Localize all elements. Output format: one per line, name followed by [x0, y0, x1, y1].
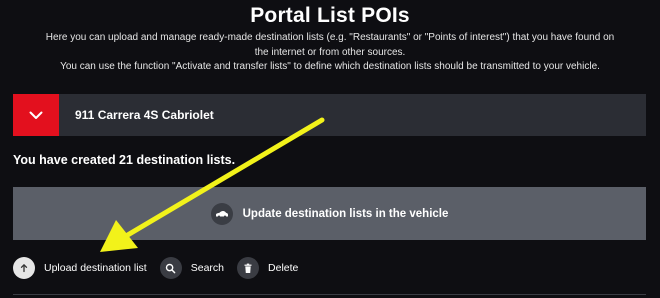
intro-line-1: Here you can upload and manage ready-mad…	[45, 32, 615, 43]
search-icon	[159, 257, 182, 279]
car-icon	[210, 202, 233, 225]
update-destination-lists-button[interactable]: Update destination lists in the vehicle	[13, 187, 646, 240]
intro-line-2: the internet or from other sources.	[254, 46, 406, 58]
upload-icon	[13, 257, 35, 279]
intro-line-3: You can use the function "Activate and t…	[60, 61, 600, 72]
delete-button[interactable]: Delete	[237, 257, 298, 279]
destination-list-count: You have created 21 destination lists.	[13, 153, 236, 167]
page-title: Portal List POIs	[250, 4, 410, 27]
divider	[13, 294, 646, 295]
update-button-label: Update destination lists in the vehicle	[242, 207, 449, 220]
delete-label: Delete	[268, 262, 299, 274]
portal-list-pois-page: Portal List POIs Here you can upload and…	[0, 0, 660, 298]
trash-icon	[237, 257, 260, 279]
vehicle-selector[interactable]: 911 Carrera 4S Cabriolet	[13, 94, 646, 136]
upload-label: Upload destination list	[44, 262, 147, 274]
upload-destination-list-button[interactable]: Upload destination list	[13, 257, 147, 279]
vehicle-toggle-button[interactable]	[13, 94, 59, 136]
chevron-down-icon	[29, 111, 43, 119]
action-bar: Upload destination list Search Delete	[13, 256, 311, 280]
intro-text: Here you can upload and manage ready-mad…	[0, 31, 660, 75]
search-label: Search	[190, 262, 225, 274]
vehicle-name: 911 Carrera 4S Cabriolet	[75, 108, 214, 122]
search-button[interactable]: Search	[159, 257, 225, 279]
